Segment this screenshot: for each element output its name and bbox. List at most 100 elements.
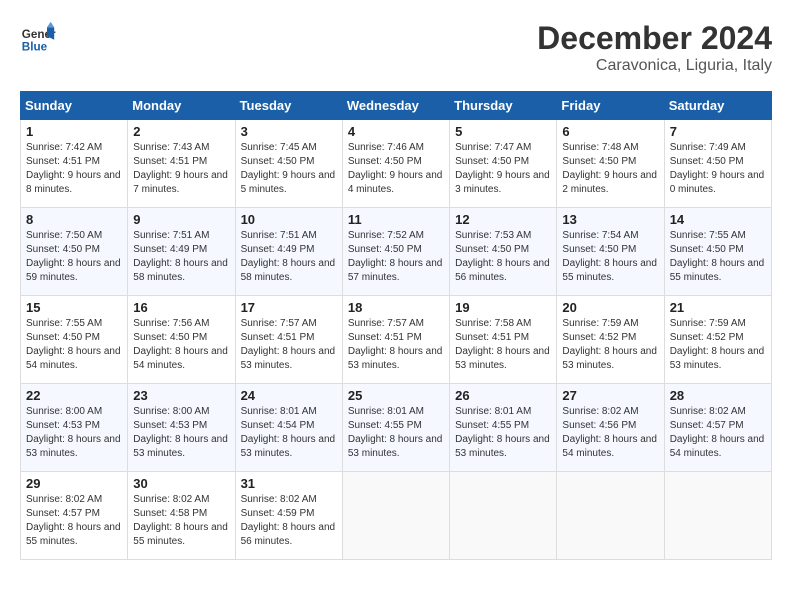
day-number: 29 bbox=[26, 476, 122, 491]
calendar-cell: 3 Sunrise: 7:45 AM Sunset: 4:50 PM Dayli… bbox=[235, 120, 342, 208]
day-number: 12 bbox=[455, 212, 551, 227]
logo-icon: General Blue bbox=[20, 20, 56, 56]
logo: General Blue bbox=[20, 20, 56, 56]
day-info: Sunrise: 7:56 AM Sunset: 4:50 PM Dayligh… bbox=[133, 317, 229, 373]
day-info: Sunrise: 7:54 AM Sunset: 4:50 PM Dayligh… bbox=[562, 229, 658, 285]
day-info: Sunrise: 8:02 AM Sunset: 4:59 PM Dayligh… bbox=[241, 493, 337, 549]
calendar-cell: 18 Sunrise: 7:57 AM Sunset: 4:51 PM Dayl… bbox=[342, 296, 449, 384]
calendar-cell: 23 Sunrise: 8:00 AM Sunset: 4:53 PM Dayl… bbox=[128, 384, 235, 472]
day-number: 14 bbox=[670, 212, 766, 227]
day-info: Sunrise: 7:48 AM Sunset: 4:50 PM Dayligh… bbox=[562, 141, 658, 197]
day-number: 22 bbox=[26, 388, 122, 403]
calendar-cell: 7 Sunrise: 7:49 AM Sunset: 4:50 PM Dayli… bbox=[664, 120, 771, 208]
day-number: 6 bbox=[562, 124, 658, 139]
calendar-cell: 27 Sunrise: 8:02 AM Sunset: 4:56 PM Dayl… bbox=[557, 384, 664, 472]
calendar-cell bbox=[342, 472, 449, 560]
day-number: 15 bbox=[26, 300, 122, 315]
day-info: Sunrise: 7:45 AM Sunset: 4:50 PM Dayligh… bbox=[241, 141, 337, 197]
weekday-header-tuesday: Tuesday bbox=[235, 92, 342, 120]
calendar-cell: 11 Sunrise: 7:52 AM Sunset: 4:50 PM Dayl… bbox=[342, 208, 449, 296]
weekday-header-wednesday: Wednesday bbox=[342, 92, 449, 120]
day-number: 16 bbox=[133, 300, 229, 315]
day-info: Sunrise: 7:59 AM Sunset: 4:52 PM Dayligh… bbox=[562, 317, 658, 373]
calendar-cell: 26 Sunrise: 8:01 AM Sunset: 4:55 PM Dayl… bbox=[450, 384, 557, 472]
calendar-cell bbox=[557, 472, 664, 560]
day-info: Sunrise: 8:02 AM Sunset: 4:58 PM Dayligh… bbox=[133, 493, 229, 549]
week-row-3: 15 Sunrise: 7:55 AM Sunset: 4:50 PM Dayl… bbox=[21, 296, 772, 384]
day-info: Sunrise: 8:00 AM Sunset: 4:53 PM Dayligh… bbox=[26, 405, 122, 461]
day-info: Sunrise: 7:52 AM Sunset: 4:50 PM Dayligh… bbox=[348, 229, 444, 285]
week-row-2: 8 Sunrise: 7:50 AM Sunset: 4:50 PM Dayli… bbox=[21, 208, 772, 296]
calendar-header: SundayMondayTuesdayWednesdayThursdayFrid… bbox=[21, 92, 772, 120]
day-number: 24 bbox=[241, 388, 337, 403]
day-number: 1 bbox=[26, 124, 122, 139]
day-info: Sunrise: 7:53 AM Sunset: 4:50 PM Dayligh… bbox=[455, 229, 551, 285]
calendar-cell: 1 Sunrise: 7:42 AM Sunset: 4:51 PM Dayli… bbox=[21, 120, 128, 208]
day-number: 30 bbox=[133, 476, 229, 491]
calendar-cell: 5 Sunrise: 7:47 AM Sunset: 4:50 PM Dayli… bbox=[450, 120, 557, 208]
calendar-cell: 17 Sunrise: 7:57 AM Sunset: 4:51 PM Dayl… bbox=[235, 296, 342, 384]
week-row-5: 29 Sunrise: 8:02 AM Sunset: 4:57 PM Dayl… bbox=[21, 472, 772, 560]
calendar-cell: 15 Sunrise: 7:55 AM Sunset: 4:50 PM Dayl… bbox=[21, 296, 128, 384]
day-info: Sunrise: 7:46 AM Sunset: 4:50 PM Dayligh… bbox=[348, 141, 444, 197]
weekday-header-sunday: Sunday bbox=[21, 92, 128, 120]
calendar-cell: 10 Sunrise: 7:51 AM Sunset: 4:49 PM Dayl… bbox=[235, 208, 342, 296]
day-number: 13 bbox=[562, 212, 658, 227]
calendar-cell: 4 Sunrise: 7:46 AM Sunset: 4:50 PM Dayli… bbox=[342, 120, 449, 208]
day-info: Sunrise: 7:59 AM Sunset: 4:52 PM Dayligh… bbox=[670, 317, 766, 373]
calendar-cell: 29 Sunrise: 8:02 AM Sunset: 4:57 PM Dayl… bbox=[21, 472, 128, 560]
week-row-4: 22 Sunrise: 8:00 AM Sunset: 4:53 PM Dayl… bbox=[21, 384, 772, 472]
day-number: 25 bbox=[348, 388, 444, 403]
day-info: Sunrise: 8:01 AM Sunset: 4:55 PM Dayligh… bbox=[455, 405, 551, 461]
calendar-cell bbox=[664, 472, 771, 560]
day-info: Sunrise: 7:57 AM Sunset: 4:51 PM Dayligh… bbox=[348, 317, 444, 373]
day-info: Sunrise: 7:50 AM Sunset: 4:50 PM Dayligh… bbox=[26, 229, 122, 285]
day-info: Sunrise: 7:42 AM Sunset: 4:51 PM Dayligh… bbox=[26, 141, 122, 197]
weekday-header-friday: Friday bbox=[557, 92, 664, 120]
day-number: 17 bbox=[241, 300, 337, 315]
day-number: 11 bbox=[348, 212, 444, 227]
week-row-1: 1 Sunrise: 7:42 AM Sunset: 4:51 PM Dayli… bbox=[21, 120, 772, 208]
day-number: 23 bbox=[133, 388, 229, 403]
calendar-cell: 16 Sunrise: 7:56 AM Sunset: 4:50 PM Dayl… bbox=[128, 296, 235, 384]
day-number: 10 bbox=[241, 212, 337, 227]
weekday-header-monday: Monday bbox=[128, 92, 235, 120]
day-number: 8 bbox=[26, 212, 122, 227]
calendar-cell: 9 Sunrise: 7:51 AM Sunset: 4:49 PM Dayli… bbox=[128, 208, 235, 296]
svg-text:Blue: Blue bbox=[22, 41, 48, 54]
day-info: Sunrise: 8:02 AM Sunset: 4:57 PM Dayligh… bbox=[26, 493, 122, 549]
month-title: December 2024 bbox=[537, 20, 772, 57]
day-info: Sunrise: 7:58 AM Sunset: 4:51 PM Dayligh… bbox=[455, 317, 551, 373]
day-number: 26 bbox=[455, 388, 551, 403]
day-number: 18 bbox=[348, 300, 444, 315]
calendar-cell: 6 Sunrise: 7:48 AM Sunset: 4:50 PM Dayli… bbox=[557, 120, 664, 208]
calendar-cell: 14 Sunrise: 7:55 AM Sunset: 4:50 PM Dayl… bbox=[664, 208, 771, 296]
day-info: Sunrise: 8:00 AM Sunset: 4:53 PM Dayligh… bbox=[133, 405, 229, 461]
calendar-body: 1 Sunrise: 7:42 AM Sunset: 4:51 PM Dayli… bbox=[21, 120, 772, 560]
weekday-header-saturday: Saturday bbox=[664, 92, 771, 120]
calendar-cell: 21 Sunrise: 7:59 AM Sunset: 4:52 PM Dayl… bbox=[664, 296, 771, 384]
day-info: Sunrise: 8:02 AM Sunset: 4:57 PM Dayligh… bbox=[670, 405, 766, 461]
day-info: Sunrise: 7:55 AM Sunset: 4:50 PM Dayligh… bbox=[26, 317, 122, 373]
day-number: 31 bbox=[241, 476, 337, 491]
day-info: Sunrise: 7:49 AM Sunset: 4:50 PM Dayligh… bbox=[670, 141, 766, 197]
page-header: General Blue December 2024 Caravonica, L… bbox=[20, 20, 772, 75]
day-info: Sunrise: 7:55 AM Sunset: 4:50 PM Dayligh… bbox=[670, 229, 766, 285]
calendar-cell: 25 Sunrise: 8:01 AM Sunset: 4:55 PM Dayl… bbox=[342, 384, 449, 472]
day-number: 21 bbox=[670, 300, 766, 315]
title-block: December 2024 Caravonica, Liguria, Italy bbox=[537, 20, 772, 75]
day-number: 7 bbox=[670, 124, 766, 139]
day-number: 9 bbox=[133, 212, 229, 227]
day-info: Sunrise: 8:01 AM Sunset: 4:54 PM Dayligh… bbox=[241, 405, 337, 461]
calendar-table: SundayMondayTuesdayWednesdayThursdayFrid… bbox=[20, 91, 772, 560]
calendar-cell: 28 Sunrise: 8:02 AM Sunset: 4:57 PM Dayl… bbox=[664, 384, 771, 472]
day-info: Sunrise: 7:57 AM Sunset: 4:51 PM Dayligh… bbox=[241, 317, 337, 373]
day-info: Sunrise: 8:01 AM Sunset: 4:55 PM Dayligh… bbox=[348, 405, 444, 461]
day-number: 2 bbox=[133, 124, 229, 139]
calendar-cell: 31 Sunrise: 8:02 AM Sunset: 4:59 PM Dayl… bbox=[235, 472, 342, 560]
day-info: Sunrise: 7:47 AM Sunset: 4:50 PM Dayligh… bbox=[455, 141, 551, 197]
day-number: 5 bbox=[455, 124, 551, 139]
calendar-cell: 2 Sunrise: 7:43 AM Sunset: 4:51 PM Dayli… bbox=[128, 120, 235, 208]
calendar-cell: 24 Sunrise: 8:01 AM Sunset: 4:54 PM Dayl… bbox=[235, 384, 342, 472]
location: Caravonica, Liguria, Italy bbox=[537, 57, 772, 75]
